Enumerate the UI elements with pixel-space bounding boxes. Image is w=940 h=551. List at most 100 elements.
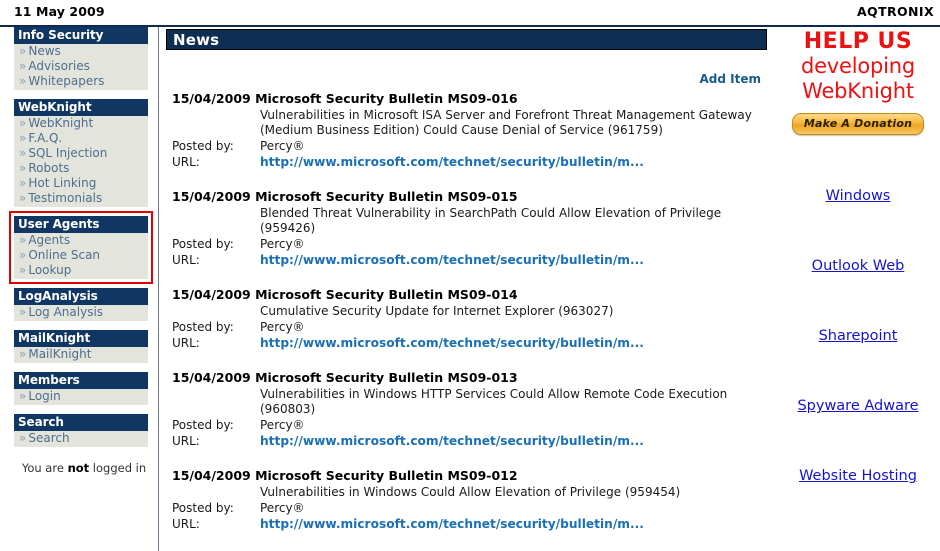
bullet-icon: » [19,191,27,205]
ad-link-windows[interactable]: Windows [776,187,940,205]
ad-link-website-hosting[interactable]: Website Hosting [776,467,940,485]
news-item-date: 15/04/2009 [172,468,251,483]
news-list: 15/04/2009 Microsoft Security Bulletin M… [166,91,773,546]
news-item-url-link[interactable]: http://www.microsoft.com/technet/securit… [260,516,644,532]
news-item-title: 15/04/2009 Microsoft Security Bulletin M… [166,468,767,484]
nav-block-title: Info Security [14,27,148,44]
news-item-url-link[interactable]: http://www.microsoft.com/technet/securit… [260,433,644,449]
main-content: News Add Item 15/04/2009 Microsoft Secur… [166,27,773,551]
ad-link-spyware-adware[interactable]: Spyware Adware [776,397,940,415]
sidebar-item-hot-linking[interactable]: » Hot Linking [14,176,148,191]
login-status-suffix: logged in [89,461,147,475]
add-item-row: Add Item [166,50,767,86]
nav-block-title: MailKnight [14,330,148,347]
sidebar-item-label: MailKnight [28,347,92,361]
bullet-icon: » [19,74,27,88]
bullet-icon: » [19,116,27,130]
sidebar-item-mailknight[interactable]: » MailKnight [14,347,148,362]
news-item-date: 15/04/2009 [172,287,251,302]
bullet-icon: » [19,176,27,190]
make-a-donation-button[interactable]: Make A Donation [791,113,925,135]
news-item-posted-by-row: Posted by: Percy® [166,138,767,154]
site-brand: AQTRONIX [856,4,934,19]
ad-links: Windows Outlook Web Sharepoint Spyware Adwa… [776,187,940,537]
column-divider [158,27,159,551]
nav-block-loganalysis: LogAnalysis» Log Analysis [14,288,148,321]
sidebar-item-webknight[interactable]: » WebKnight [14,116,148,131]
ad-slot: Windows [776,187,940,257]
news-item-spacer [166,170,767,184]
news-item-url-link[interactable]: http://www.microsoft.com/technet/securit… [260,154,644,170]
bullet-icon: » [19,44,27,58]
posted-by-label: Posted by: [172,237,234,251]
sidebar-item-online-scan[interactable]: » Online Scan [14,248,148,263]
posted-by-value: Percy® [260,139,305,153]
sidebar-item-login[interactable]: » Login [14,389,148,404]
nav-block-links: » Search [14,431,148,447]
ad-link-outlook-web[interactable]: Outlook Web [776,257,940,275]
nav-block-links: » Log Analysis [14,305,148,321]
news-item: 15/04/2009 Microsoft Security Bulletin M… [166,370,767,463]
news-item: 15/04/2009 Microsoft Security Bulletin M… [166,468,767,546]
posted-by-label: Posted by: [172,501,234,515]
promo-line-2: developing [800,54,916,78]
news-item-posted-by-row: Posted by: Percy® [166,500,767,516]
sidebar-item-robots[interactable]: » Robots [14,161,148,176]
nav-block-info-security: Info Security» News» Advisories» Whitepaper… [14,27,148,90]
sidebar-item-sql-injection[interactable]: » SQL Injection [14,146,148,161]
sidebar-item-lookup[interactable]: » Lookup [14,263,148,278]
news-item-description: Vulnerabilities in Windows Could Allow E… [260,485,681,499]
bullet-icon: » [19,248,27,262]
posted-by-value: Percy® [260,237,305,251]
add-item-link[interactable]: Add Item [700,72,762,86]
sidebar-item-label: Hot Linking [28,176,97,190]
sidebar-item-whitepapers[interactable]: » Whitepapers [14,74,148,89]
sidebar-item-log-analysis[interactable]: » Log Analysis [14,305,148,320]
news-item-title: 15/04/2009 Microsoft Security Bulletin M… [166,370,767,386]
nav-block-search: Search» Search [14,414,148,447]
nav-block-title: Search [14,414,148,431]
ad-slot: Outlook Web [776,257,940,327]
news-item-title: 15/04/2009 Microsoft Security Bulletin M… [166,91,767,107]
sidebar-item-search[interactable]: » Search [14,431,148,446]
news-item-url-row: URL: http://www.microsoft.com/technet/sec… [166,252,767,268]
login-status-emphasis: not [67,461,90,475]
url-label: URL: [172,155,200,169]
news-item-date: 15/04/2009 [172,370,251,385]
posted-by-label: Posted by: [172,139,234,153]
right-sidebar: HELP US developing WebKnight Make A Dona… [776,27,940,551]
sidebar-item-news[interactable]: » News [14,44,148,59]
news-item-url-row: URL: http://www.microsoft.com/technet/sec… [166,335,767,351]
news-item-spacer [166,268,767,282]
news-item-url-row: URL: http://www.microsoft.com/technet/sec… [166,154,767,170]
url-label: URL: [172,253,200,267]
sidebar-item-label: WebKnight [28,116,94,130]
sidebar-item-label: Online Scan [28,248,101,262]
news-item-spacer [166,449,767,463]
news-item: 15/04/2009 Microsoft Security Bulletin M… [166,91,767,184]
bullet-icon: » [19,305,27,319]
nav-block-links: » WebKnight» F.A.Q.» SQL Injection» Robots» H… [14,116,148,207]
news-item-url-row: URL: http://www.microsoft.com/technet/sec… [166,433,767,449]
sidebar-item-testimonials[interactable]: » Testimonials [14,191,148,206]
ad-link-sharepoint[interactable]: Sharepoint [776,327,940,345]
news-item-headline: Microsoft Security Bulletin MS09-013 [255,370,518,385]
news-item-description: Blended Threat Vulnerability in SearchPa… [260,206,722,235]
news-item-url-link[interactable]: http://www.microsoft.com/technet/securit… [260,335,644,351]
sidebar-item-agents[interactable]: » Agents [14,233,148,248]
sidebar-item-label: News [28,44,61,58]
news-item-url-link[interactable]: http://www.microsoft.com/technet/securit… [260,252,644,268]
bullet-icon: » [19,431,27,445]
sidebar-item-advisories[interactable]: » Advisories [14,59,148,74]
news-item: 15/04/2009 Microsoft Security Bulletin M… [166,287,767,365]
news-item-description: Vulnerabilities in Microsoft ISA Server … [260,108,752,137]
nav-block-links: » News» Advisories» Whitepapers [14,44,148,90]
url-label: URL: [172,434,200,448]
sidebar-item-label: Search [28,431,70,445]
sidebar-item-label: Advisories [28,59,90,73]
sidebar-item-f-a-q[interactable]: » F.A.Q. [14,131,148,146]
sidebar-item-label: SQL Injection [28,146,108,160]
news-item: 15/04/2009 Microsoft Security Bulletin M… [166,189,767,282]
ad-slot: Spyware Adware [776,397,940,467]
news-item-url-row: URL: http://www.microsoft.com/technet/sec… [166,516,767,532]
